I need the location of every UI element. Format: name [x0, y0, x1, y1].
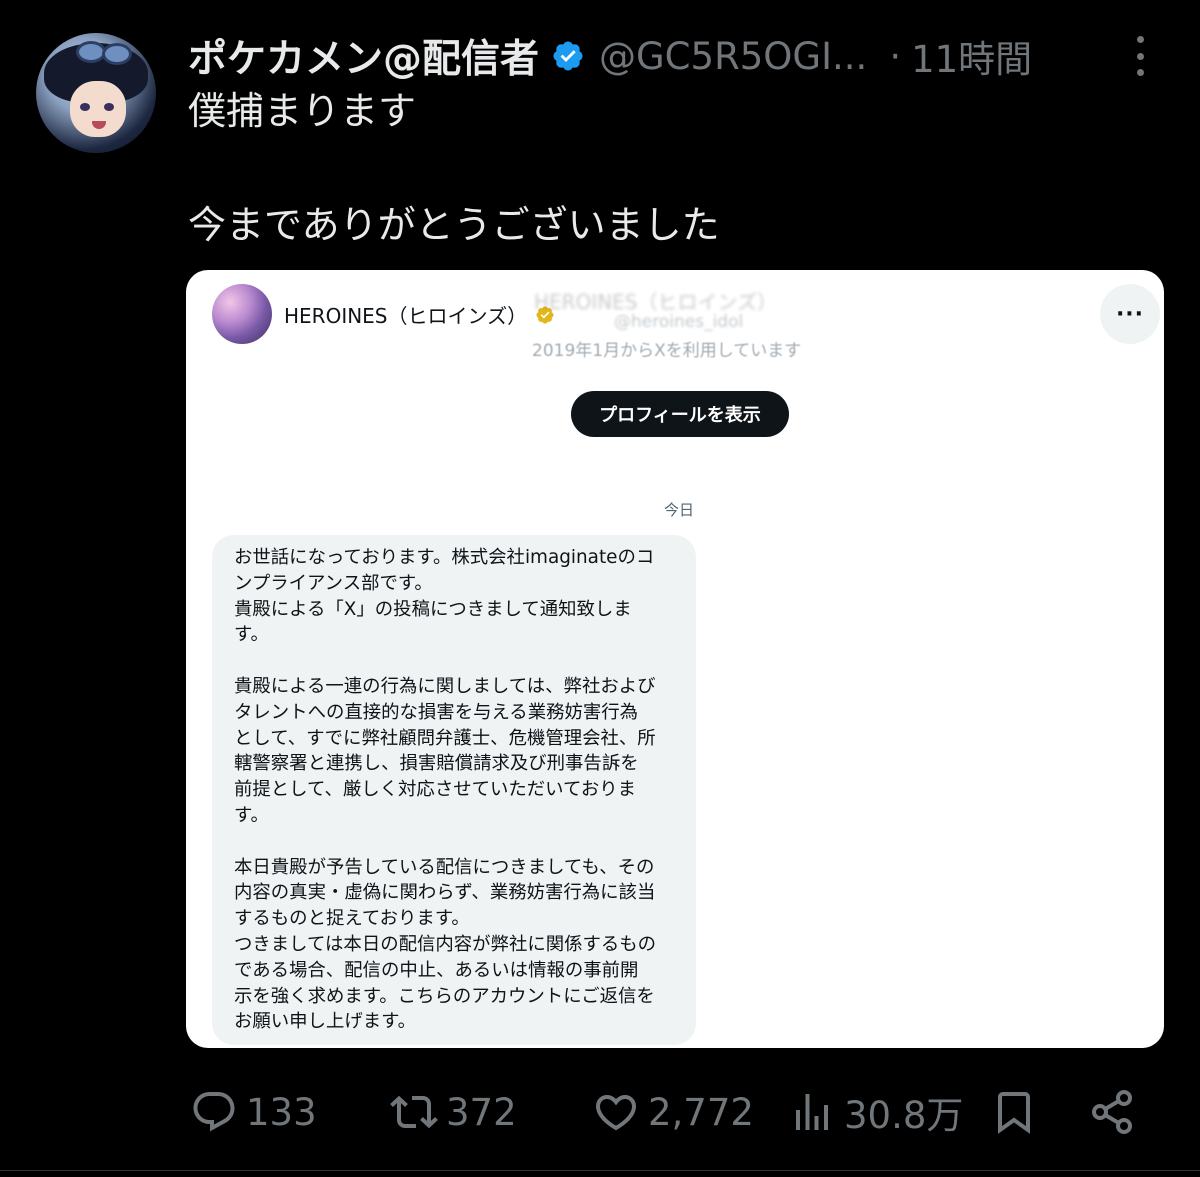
message-line: 轄警察署と連携し、損害賠償請求及び刑事告訴を	[234, 753, 639, 775]
tweet-text: 僕捕まります 今までありがとうございました	[188, 86, 720, 250]
tweet-text-line: 僕捕まります	[188, 89, 417, 133]
bookmark-button[interactable]	[990, 1082, 1038, 1142]
divider	[0, 1170, 1200, 1171]
dm-name: HEROINES（ヒロインズ）	[284, 304, 528, 328]
message-line: お願い申し上げます。	[234, 1011, 417, 1033]
message-blank-line	[234, 829, 676, 855]
message-line: 貴殿による一連の行為に関しましては、弊社および	[234, 675, 656, 697]
views-icon	[796, 1094, 828, 1130]
message-bubble: お世話になっております。株式会社imaginateのコ ンプライアンス部です。貴殿…	[212, 535, 696, 1045]
blurred-handle: @heroines_idol	[614, 312, 744, 332]
reply-button[interactable]: 133	[190, 1082, 317, 1142]
message-line: 内容の真実・虚偽に関わらず、業務妨害行為に該当	[234, 882, 656, 904]
message-line: するものと捉えております。	[234, 908, 470, 930]
card-more-button: ···	[1100, 284, 1160, 344]
joined-date: 2019年1月からXを利用しています	[532, 341, 802, 361]
message-line: 本日貴殿が予告している配信につきましても、その	[234, 856, 655, 878]
reply-icon	[193, 1092, 235, 1132]
message-line: として、すでに弊社顧問弁護士、危機管理会社、所	[234, 727, 656, 749]
heart-icon	[595, 1095, 637, 1131]
blurred-name: HEROINES（ヒロインズ）	[534, 290, 778, 314]
avatar-eye-right	[104, 103, 114, 111]
verified-badge-icon	[553, 41, 583, 71]
action-bar: 133 372 2,772 30.8万	[0, 1082, 1200, 1142]
embedded-image[interactable]: HEROINES（ヒロインズ） HEROINES（ヒロインズ） @heroine…	[186, 270, 1164, 1048]
message-line: つきましては本日の配信内容が弊社に関係するもの	[234, 933, 657, 955]
retweet-icon	[390, 1095, 438, 1129]
message-line: タレントへの直接的な損害を与える業務妨害行為	[234, 701, 639, 723]
message-line: 前提として、厳しく対応させていただいておりま	[234, 779, 637, 801]
message-line: である場合、配信の中止、あるいは情報の事前開	[234, 959, 639, 981]
avatar-eye-left	[80, 103, 90, 111]
message-line: 貴殿による「X」の投稿につきまして通知致しま	[234, 598, 632, 620]
retweet-button[interactable]: 372	[390, 1082, 517, 1142]
post-time[interactable]: 11時間	[911, 29, 1032, 83]
dm-avatar	[212, 284, 272, 344]
retweet-count: 372	[446, 1090, 517, 1134]
author-name[interactable]: ポケカメン@配信者	[188, 28, 539, 84]
separator-dot: ·	[889, 34, 902, 78]
views-button[interactable]: 30.8万	[788, 1082, 963, 1142]
message-line: す。	[234, 804, 269, 826]
reply-count: 133	[246, 1090, 317, 1134]
share-button[interactable]	[1088, 1082, 1136, 1142]
message-line: ンプライアンス部です。	[234, 572, 433, 594]
like-button[interactable]: 2,772	[592, 1082, 754, 1142]
date-label: 今日	[664, 501, 695, 519]
view-profile-button: プロフィールを表示	[571, 391, 789, 437]
bookmark-icon	[998, 1092, 1030, 1134]
tweet-text-line: 今までありがとうございました	[188, 203, 720, 247]
message-line: お世話になっております。株式会社imaginateのコ	[234, 547, 655, 568]
like-count: 2,772	[648, 1090, 754, 1134]
tweet-header: ポケカメン@配信者 @GC5R5OGI... · 11時間	[188, 28, 1032, 84]
message-line: す。	[234, 624, 269, 646]
share-icon	[1092, 1090, 1132, 1134]
author-avatar[interactable]	[36, 33, 156, 153]
views-count: 30.8万	[844, 1094, 964, 1137]
avatar-goggle-right	[102, 43, 132, 65]
author-handle[interactable]: @GC5R5OGI...	[599, 35, 867, 78]
message-blank-line	[234, 648, 676, 674]
more-vertical-icon[interactable]	[1126, 36, 1154, 76]
dm-header-name: HEROINES（ヒロインズ）	[284, 300, 555, 329]
message-line: 示を強く求めます。こちらのアカウントにご返信を	[234, 985, 655, 1007]
